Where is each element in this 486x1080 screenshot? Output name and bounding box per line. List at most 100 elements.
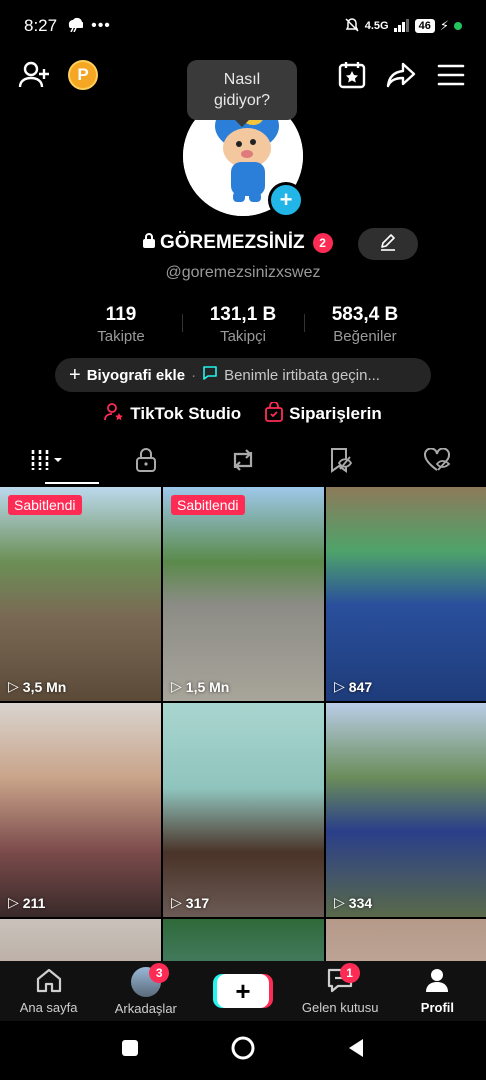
tooltip: Nasıl gidiyor? <box>187 60 297 127</box>
lock-icon <box>142 232 156 254</box>
stat-likes[interactable]: 583,4 B Beğeniler <box>304 304 426 350</box>
coin-icon[interactable]: P <box>68 60 98 90</box>
bio-separator: · <box>191 366 197 384</box>
pencil-icon <box>379 233 397 256</box>
calendar-star-icon[interactable] <box>337 60 367 90</box>
view-count: ▷ 334 <box>334 894 372 911</box>
view-count-text: 1,5 Mn <box>185 678 230 695</box>
status-bar: 8:27 ••• 4.5G 46 ⚡ <box>0 0 486 52</box>
pinned-badge: Sabitlendi <box>8 495 82 515</box>
chat-icon <box>202 365 218 385</box>
inbox-badge: 1 <box>339 963 360 983</box>
profile-links: TikTok Studio Siparişlerin <box>0 400 486 428</box>
recent-apps-icon[interactable] <box>120 1038 140 1063</box>
nav-home[interactable]: Ana sayfa <box>0 961 97 1021</box>
contact-button[interactable]: Benimle irtibata geçin... <box>202 365 380 385</box>
stat-label: Takipçi <box>220 328 266 345</box>
stat-followers[interactable]: 131,1 B Takipçi <box>182 304 304 350</box>
bookmark-hidden-icon <box>327 447 353 478</box>
name-row: GÖREMEZSİNİZ 2 <box>0 228 486 260</box>
nav-create[interactable]: + <box>194 961 291 1021</box>
play-icon: ▷ <box>8 678 19 694</box>
username: @goremezsinizxswez <box>165 264 321 281</box>
bottom-nav: Ana sayfa 3 Arkadaşlar + 1 Gelen kutusu … <box>0 961 486 1021</box>
plus-icon: + <box>69 363 81 386</box>
create-plus-icon: + <box>217 974 269 1008</box>
video-thumbnail[interactable]: ▷ 334 <box>326 703 486 917</box>
stat-label: Takipte <box>97 328 145 345</box>
video-grid: Sabitlendi ▷ 3,5 Mn Sabitlendi ▷ 1,5 Mn ▷ 8… <box>0 487 486 961</box>
pinned-badge: Sabitlendi <box>171 495 245 515</box>
video-thumbnail[interactable] <box>0 919 161 961</box>
view-count-text: 847 <box>348 678 373 695</box>
system-nav <box>0 1021 486 1080</box>
play-icon: ▷ <box>334 678 345 694</box>
view-count-text: 334 <box>348 894 373 911</box>
view-count: ▷ 317 <box>171 894 209 911</box>
nav-profile-label: Profil <box>420 1000 455 1015</box>
share-icon[interactable] <box>385 60 417 90</box>
shopping-bag-icon <box>265 400 284 427</box>
notification-badge: 2 <box>312 233 333 253</box>
person-star-icon <box>104 402 124 427</box>
profile-icon <box>424 967 450 996</box>
home-circle-icon[interactable] <box>230 1035 256 1066</box>
display-name-text: GÖREMEZSİNİZ <box>160 232 305 253</box>
view-count: ▷ 211 <box>8 894 45 911</box>
video-thumbnail[interactable]: Sabitlendi ▷ 3,5 Mn <box>0 487 161 701</box>
content-tabs <box>0 440 486 484</box>
play-icon: ▷ <box>171 894 182 910</box>
nav-inbox-label: Gelen kutusu <box>301 1000 379 1015</box>
tab-saved[interactable] <box>292 440 389 484</box>
video-thumbnail[interactable]: ▷ 211 <box>0 703 161 917</box>
menu-icon[interactable] <box>436 62 466 88</box>
play-icon: ▷ <box>171 678 182 694</box>
tab-reposts[interactable] <box>194 440 291 484</box>
status-time: 8:27 <box>24 16 58 35</box>
video-thumbnail[interactable]: ▷ 317 <box>163 703 324 917</box>
tooltip-line-1: Nasıl <box>223 71 261 88</box>
video-thumbnail[interactable] <box>163 919 324 961</box>
stat-value: 583,4 B <box>331 304 399 325</box>
view-count: ▷ 3,5 Mn <box>8 678 66 695</box>
play-icon: ▷ <box>334 894 345 910</box>
video-thumbnail[interactable] <box>326 919 486 961</box>
battery-level: 46 <box>414 19 435 33</box>
nav-friends[interactable]: 3 Arkadaşlar <box>97 961 194 1021</box>
charging-icon: ⚡ <box>439 18 449 33</box>
network-label: 4.5G <box>364 20 389 32</box>
contact-label: Benimle irtibata geçin... <box>224 366 380 384</box>
tiktok-studio-label: TikTok Studio <box>130 404 242 423</box>
privacy-dot <box>454 22 462 30</box>
add-avatar-button[interactable]: + <box>268 182 304 218</box>
nav-inbox[interactable]: 1 Gelen kutusu <box>292 961 389 1021</box>
profile-stats: 119 Takipte 131,1 B Takipçi 583,4 B Beğe… <box>60 304 426 350</box>
repost-icon <box>229 448 257 477</box>
video-thumbnail[interactable]: Sabitlendi ▷ 1,5 Mn <box>163 487 324 701</box>
add-friend-icon[interactable] <box>18 60 50 90</box>
stat-value: 131,1 B <box>209 304 277 325</box>
mute-icon <box>344 17 360 36</box>
stat-label: Beğeniler <box>333 328 397 345</box>
stat-following[interactable]: 119 Takipte <box>60 304 182 350</box>
add-bio-button[interactable]: + Biyografi ekle <box>69 364 185 387</box>
orders-label: Siparişlerin <box>289 404 382 423</box>
nav-friends-label: Arkadaşlar <box>114 1000 177 1016</box>
tiktok-studio-link[interactable]: TikTok Studio <box>104 400 241 428</box>
view-count: ▷ 847 <box>334 678 372 695</box>
lock-icon <box>135 447 157 478</box>
grid-icon <box>30 448 68 477</box>
edit-profile-button[interactable] <box>358 228 418 260</box>
back-icon[interactable] <box>346 1037 366 1064</box>
stat-value: 119 <box>105 304 137 325</box>
nav-profile[interactable]: Profil <box>389 961 486 1021</box>
video-thumbnail[interactable]: ▷ 847 <box>326 487 486 701</box>
view-count-text: 3,5 Mn <box>22 678 67 695</box>
orders-link[interactable]: Siparişlerin <box>265 400 382 428</box>
view-count-text: 317 <box>185 894 210 911</box>
display-name: GÖREMEZSİNİZ 2 <box>142 232 333 254</box>
tab-private[interactable] <box>97 440 194 484</box>
view-count: ▷ 1,5 Mn <box>171 678 229 695</box>
tab-liked[interactable] <box>389 440 486 484</box>
tab-videos[interactable] <box>0 440 100 484</box>
